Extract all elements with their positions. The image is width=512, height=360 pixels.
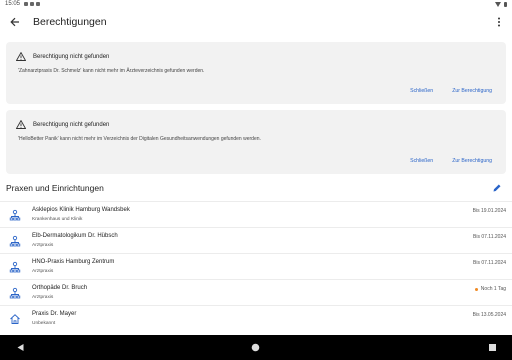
dismiss-button[interactable]: Schließen	[410, 88, 433, 94]
alert-actions: Schließen Zur Berechtigung	[410, 88, 492, 94]
alert-header: Berechtigung nicht gefunden	[16, 120, 109, 129]
list-item[interactable]: HNO-Praxis Hamburg Zentrum Arztpraxis Bi…	[0, 253, 512, 279]
home-icon	[10, 314, 20, 324]
entry-name: HNO-Praxis Hamburg Zentrum	[32, 259, 115, 265]
entry-validity: Bis 07.11.2024	[473, 234, 506, 240]
alert-card: Berechtigung nicht gefunden 'HelloBetter…	[6, 110, 506, 174]
battery-icon	[504, 1, 507, 7]
validity-text: Noch 1 Tag	[480, 286, 506, 292]
wifi-icon	[495, 1, 501, 7]
entry-name: Asklepios Klinik Hamburg Wandsbek	[32, 207, 130, 213]
nav-back-icon[interactable]	[16, 343, 25, 352]
alert-title: Berechtigung nicht gefunden	[33, 53, 110, 60]
alert-title: Berechtigung nicht gefunden	[33, 121, 110, 128]
nav-home-icon[interactable]	[251, 343, 260, 352]
notification-icons	[24, 2, 41, 6]
entry-name: Orthopäde Dr. Bruch	[32, 285, 88, 291]
alert-card: Berechtigung nicht gefunden 'Zahnarztpra…	[6, 42, 506, 104]
go-to-permission-button[interactable]: Zur Berechtigung	[452, 158, 492, 164]
person-network-icon	[9, 261, 21, 273]
dismiss-button[interactable]: Schließen	[410, 158, 433, 164]
list-item[interactable]: Asklepios Klinik Hamburg Wandsbek Kranke…	[0, 201, 512, 227]
entry-validity: Noch 1 Tag	[474, 286, 506, 292]
person-network-icon	[9, 209, 21, 221]
more-vert-icon[interactable]	[494, 15, 504, 29]
list-item[interactable]: Elb-Dermatologikum Dr. Hübsch Arztpraxis…	[0, 227, 512, 253]
status-bar: 15:05	[0, 0, 512, 8]
entry-type: Arztpraxis	[32, 295, 54, 300]
edit-pencil-icon[interactable]	[492, 183, 502, 193]
entry-validity: Bis 13.05.2024	[473, 312, 506, 318]
entry-name: Elb-Dermatologikum Dr. Hübsch	[32, 233, 118, 239]
app-bar: Berechtigungen	[0, 8, 512, 36]
validity-text: Bis 13.05.2024	[472, 312, 506, 318]
alert-message: 'Zahnarztpraxis Dr. Schmelz' kann nicht …	[18, 68, 205, 74]
system-indicators	[495, 1, 507, 7]
validity-text: Bis 07.11.2024	[473, 234, 506, 240]
person-network-icon	[9, 235, 21, 247]
facility-list: Asklepios Klinik Hamburg Wandsbek Kranke…	[0, 201, 512, 331]
nav-recents-icon[interactable]	[488, 343, 497, 352]
alert-header: Berechtigung nicht gefunden	[16, 52, 109, 61]
entry-type: Unbekannt	[32, 321, 56, 326]
go-to-permission-button[interactable]: Zur Berechtigung	[452, 88, 492, 94]
alert-actions: Schließen Zur Berechtigung	[410, 158, 492, 164]
validity-text: Bis 19.01.2024	[472, 208, 506, 214]
system-navigation-bar	[0, 335, 512, 360]
entry-validity: Bis 19.01.2024	[473, 208, 506, 214]
entry-name: Praxis Dr. Mayer	[32, 311, 77, 317]
alert-message: 'HelloBetter Panik' kann nicht mehr im V…	[18, 136, 261, 142]
list-item[interactable]: Orthopäde Dr. Bruch Arztpraxis Noch 1 Ta…	[0, 279, 512, 305]
list-item[interactable]: Praxis Dr. Mayer Unbekannt Bis 13.05.202…	[0, 305, 512, 331]
validity-text: Bis 07.11.2024	[473, 260, 506, 266]
status-time: 15:05	[5, 1, 21, 7]
page-title: Berechtigungen	[33, 16, 107, 28]
warning-icon	[16, 52, 26, 61]
expiring-soon-dot-icon	[474, 287, 478, 291]
person-network-icon	[9, 287, 21, 299]
entry-type: Arztpraxis	[32, 243, 54, 248]
warning-icon	[16, 120, 26, 129]
entry-type: Arztpraxis	[32, 269, 54, 274]
entry-validity: Bis 07.11.2024	[473, 260, 506, 266]
back-arrow-icon[interactable]	[8, 15, 22, 29]
entry-type: Krankenhaus und Klinik	[32, 217, 83, 222]
section-title: Praxen und Einrichtungen	[6, 183, 104, 193]
